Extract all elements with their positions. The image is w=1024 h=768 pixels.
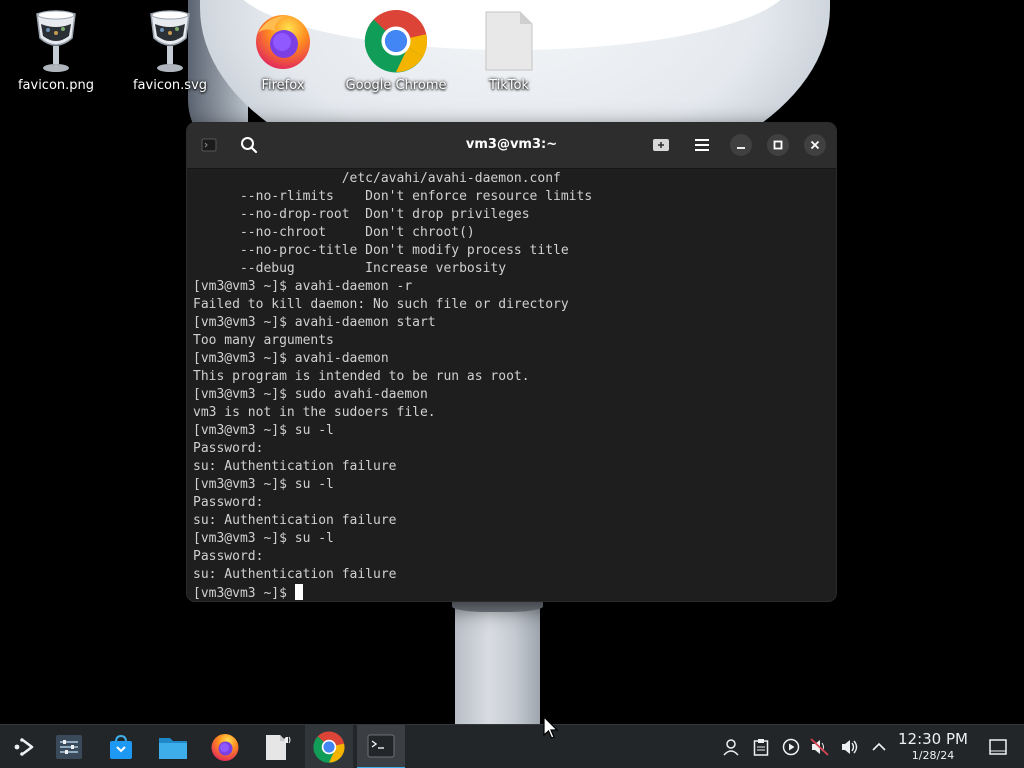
terminal-line: [vm3@vm3 ~]$ avahi-daemon bbox=[193, 351, 389, 366]
terminal-line: Password: bbox=[193, 495, 264, 510]
terminal-line: [vm3@vm3 ~]$ su -l bbox=[193, 477, 334, 492]
clock-date[interactable]: 1/28/24 bbox=[895, 749, 971, 762]
terminal-line: Password: bbox=[193, 441, 264, 456]
media-player-icon[interactable] bbox=[781, 737, 801, 757]
file-manager-icon[interactable] bbox=[149, 725, 197, 768]
terminal-line: --no-chroot Don't chroot() bbox=[193, 225, 475, 240]
desktop-icon-label: favicon.png bbox=[17, 78, 95, 93]
terminal-line: /etc/avahi/avahi-daemon.conf bbox=[193, 171, 561, 186]
system-settings-icon[interactable] bbox=[45, 725, 93, 768]
volume-icon[interactable] bbox=[840, 737, 860, 757]
terminal-icon[interactable] bbox=[357, 725, 405, 768]
desktop-icon-favicon-png[interactable]: favicon.png bbox=[1, 6, 111, 93]
terminal-titlebar[interactable]: vm3@vm3:~ bbox=[187, 123, 836, 169]
show-desktop-icon[interactable] bbox=[988, 737, 1008, 757]
terminal-line: Too many arguments bbox=[193, 333, 334, 348]
desktop-icon-google-chrome[interactable]: Google Chrome bbox=[341, 6, 451, 93]
minimize-button[interactable] bbox=[730, 134, 752, 156]
chevron-up-icon[interactable] bbox=[869, 737, 889, 757]
terminal-prompt: [vm3@vm3 ~]$ bbox=[193, 586, 295, 601]
desktop-icon-label: Firefox bbox=[261, 78, 305, 93]
desktop-icon-label: Google Chrome bbox=[345, 78, 447, 93]
desktop-icon-firefox[interactable]: Firefox bbox=[228, 6, 338, 93]
clipboard-icon[interactable] bbox=[751, 737, 771, 757]
chrome-icon bbox=[364, 6, 428, 76]
clock-time[interactable]: 12:30 PM bbox=[895, 730, 971, 748]
blank-file-icon bbox=[477, 6, 541, 76]
firefox-icon bbox=[251, 6, 315, 76]
terminal-line: Failed to kill daemon: No such file or d… bbox=[193, 297, 569, 312]
audio-muted-icon[interactable] bbox=[810, 737, 830, 757]
wallpaper-goblet-stem bbox=[455, 600, 540, 725]
chrome-icon[interactable] bbox=[305, 725, 353, 768]
terminal-line: vm3 is not in the sudoers file. bbox=[193, 405, 436, 420]
file-audio-icon[interactable] bbox=[253, 725, 301, 768]
desktop-icon-favicon-svg[interactable]: favicon.svg bbox=[115, 6, 225, 93]
maximize-button[interactable] bbox=[767, 134, 789, 156]
application-launcher-icon[interactable] bbox=[0, 725, 48, 768]
terminal-line: [vm3@vm3 ~]$ su -l bbox=[193, 423, 334, 438]
terminal-line: su: Authentication failure bbox=[193, 567, 397, 582]
terminal-line: --no-rlimits Don't enforce resource limi… bbox=[193, 189, 593, 204]
desktop-icon-tiktok[interactable]: TikTok bbox=[454, 6, 564, 93]
terminal-line: This program is intended to be run as ro… bbox=[193, 369, 530, 384]
terminal-line: su: Authentication failure bbox=[193, 459, 397, 474]
close-button[interactable] bbox=[804, 134, 826, 156]
text-cursor bbox=[294, 584, 303, 600]
discover-store-icon[interactable] bbox=[97, 725, 145, 768]
terminal-line: Password: bbox=[193, 549, 264, 564]
taskbar: 12:30 PM 1/28/24 bbox=[0, 724, 1024, 768]
firefox-icon[interactable] bbox=[201, 725, 249, 768]
terminal-window[interactable]: vm3@vm3:~ /etc/avahi/avahi-daemon.conf -… bbox=[186, 122, 837, 602]
terminal-prompt-line[interactable]: [vm3@vm3 ~]$ bbox=[193, 584, 836, 601]
desktop-icon-label: TikTok bbox=[489, 78, 529, 93]
terminal-line: --no-proc-title Don't modify process tit… bbox=[193, 243, 569, 258]
terminal-line: [vm3@vm3 ~]$ avahi-daemon -r bbox=[193, 279, 413, 294]
terminal-output[interactable]: /etc/avahi/avahi-daemon.conf --no-rlimit… bbox=[193, 170, 836, 601]
new-tab-icon[interactable] bbox=[647, 131, 675, 159]
goblet-image-icon bbox=[138, 6, 202, 76]
goblet-image-icon bbox=[24, 6, 88, 76]
terminal-line: --no-drop-root Don't drop privileges bbox=[193, 207, 530, 222]
mouse-pointer-icon bbox=[543, 715, 559, 744]
user-icon[interactable] bbox=[721, 737, 741, 757]
terminal-line: su: Authentication failure bbox=[193, 513, 397, 528]
terminal-line: [vm3@vm3 ~]$ su -l bbox=[193, 531, 334, 546]
desktop-icon-label: favicon.svg bbox=[132, 78, 208, 93]
desktop: favicon.png favicon.svg Firefox Google C… bbox=[0, 0, 1024, 768]
hamburger-menu-icon[interactable] bbox=[688, 131, 716, 159]
terminal-line: [vm3@vm3 ~]$ sudo avahi-daemon bbox=[193, 387, 428, 402]
terminal-line: [vm3@vm3 ~]$ avahi-daemon start bbox=[193, 315, 436, 330]
terminal-line: --debug Increase verbosity bbox=[193, 261, 507, 276]
